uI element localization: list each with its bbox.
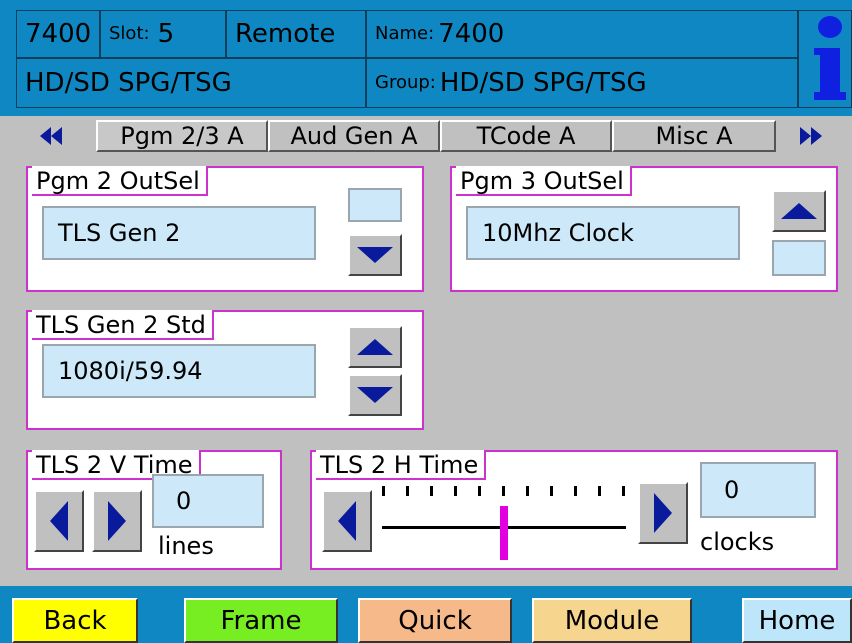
double-right-arrow-icon[interactable] [800,120,852,152]
slot-value: 5 [157,19,175,49]
v-time-unit: lines [158,532,214,560]
slider-tick [430,486,433,496]
slider-tick [454,486,457,496]
card-type-cell: HD/SD SPG/TSG [16,58,366,108]
chevron-right-icon [654,493,672,533]
chevron-up-icon [781,203,817,219]
slider-tick [622,486,625,496]
tls-std-down-button[interactable] [348,374,402,416]
h-time-decrement-button[interactable] [322,490,372,552]
tls-gen2-std-value[interactable]: 1080i/59.94 [42,344,316,398]
slider-tick [526,486,529,496]
slider-tick [406,486,409,496]
slider-tick [550,486,553,496]
tab-pgm-2-3-a[interactable]: Pgm 2/3 A [96,120,268,152]
group-label: Group: [375,72,436,93]
slot-cell: Slot: 5 [100,10,226,58]
tab-label: Misc A [655,122,733,150]
info-icon[interactable] [808,10,852,110]
header-bar: 7400 Slot: 5 Remote Name: 7400 HD/SD SPG… [0,0,852,116]
v-time-value[interactable]: 0 [152,474,264,528]
tls-gen2-std-panel: TLS Gen 2 Std 1080i/59.94 [26,310,424,430]
pgm2-outsel-panel: Pgm 2 OutSel TLS Gen 2 [26,166,424,292]
back-button[interactable]: Back [12,598,138,643]
pgm2-down-button[interactable] [348,234,402,276]
h-time-value[interactable]: 0 [700,462,816,518]
h-time-slider[interactable] [380,482,630,560]
double-left-arrow-icon[interactable] [40,120,94,152]
quick-button[interactable]: Quick [358,598,512,643]
slider-thumb[interactable] [500,506,508,560]
tab-label: Pgm 2/3 A [120,122,244,150]
tab-misc-a[interactable]: Misc A [612,120,776,152]
group-value: HD/SD SPG/TSG [439,68,647,98]
tls-std-up-button[interactable] [348,326,402,368]
chevron-down-icon [357,387,393,403]
chevron-right-icon [108,501,126,541]
chevron-down-icon [357,247,393,263]
tab-tcode-a[interactable]: TCode A [440,120,612,152]
v-time-decrement-button[interactable] [34,490,84,552]
h-time-unit: clocks [700,528,775,556]
tls2-h-time-title: TLS 2 H Time [316,450,487,480]
name-cell: Name: 7400 [366,10,798,58]
pgm3-up-button[interactable] [772,190,826,232]
name-value: 7400 [438,19,505,49]
chevron-left-icon [338,501,356,541]
tab-label: TCode A [476,122,576,150]
tls2-v-time-panel: TLS 2 V Time 0 lines [26,450,282,570]
pgm3-outsel-title: Pgm 3 OutSel [456,166,632,196]
model-cell: 7400 [16,10,100,58]
home-button[interactable]: Home [742,598,852,643]
tls2-h-time-panel: TLS 2 H Time 0 clocks [310,450,838,570]
pgm3-outsel-value[interactable]: 10Mhz Clock [466,206,740,260]
v-time-increment-button[interactable] [92,490,142,552]
slider-tick [382,486,385,496]
pgm2-outsel-title: Pgm 2 OutSel [32,166,208,196]
pgm3-outsel-panel: Pgm 3 OutSel 10Mhz Clock [450,166,838,292]
pgm3-down-placeholder [772,240,826,276]
slider-tick [478,486,481,496]
tab-bar: Pgm 2/3 A Aud Gen A TCode A Misc A [0,116,852,152]
name-label: Name: [375,23,435,44]
slider-tick [598,486,601,496]
pgm2-up-placeholder [348,188,402,222]
mode-label: Remote [235,19,336,49]
frame-button[interactable]: Frame [184,598,338,643]
slider-tick [502,486,505,496]
mode-cell: Remote [226,10,366,58]
slot-label: Slot: [109,23,150,44]
footer-bar: Back Frame Quick Module Home [0,586,852,643]
group-cell: Group: HD/SD SPG/TSG [366,58,798,108]
chevron-left-icon [50,501,68,541]
chevron-up-icon [357,339,393,355]
h-time-increment-button[interactable] [638,482,688,544]
card-type-label: HD/SD SPG/TSG [25,68,232,98]
tab-label: Aud Gen A [290,122,418,150]
model-label: 7400 [25,19,92,49]
tls-gen2-std-title: TLS Gen 2 Std [32,310,214,340]
module-button[interactable]: Module [532,598,692,643]
slider-tick [574,486,577,496]
pgm2-outsel-value[interactable]: TLS Gen 2 [42,206,316,260]
tab-aud-gen-a[interactable]: Aud Gen A [268,120,440,152]
